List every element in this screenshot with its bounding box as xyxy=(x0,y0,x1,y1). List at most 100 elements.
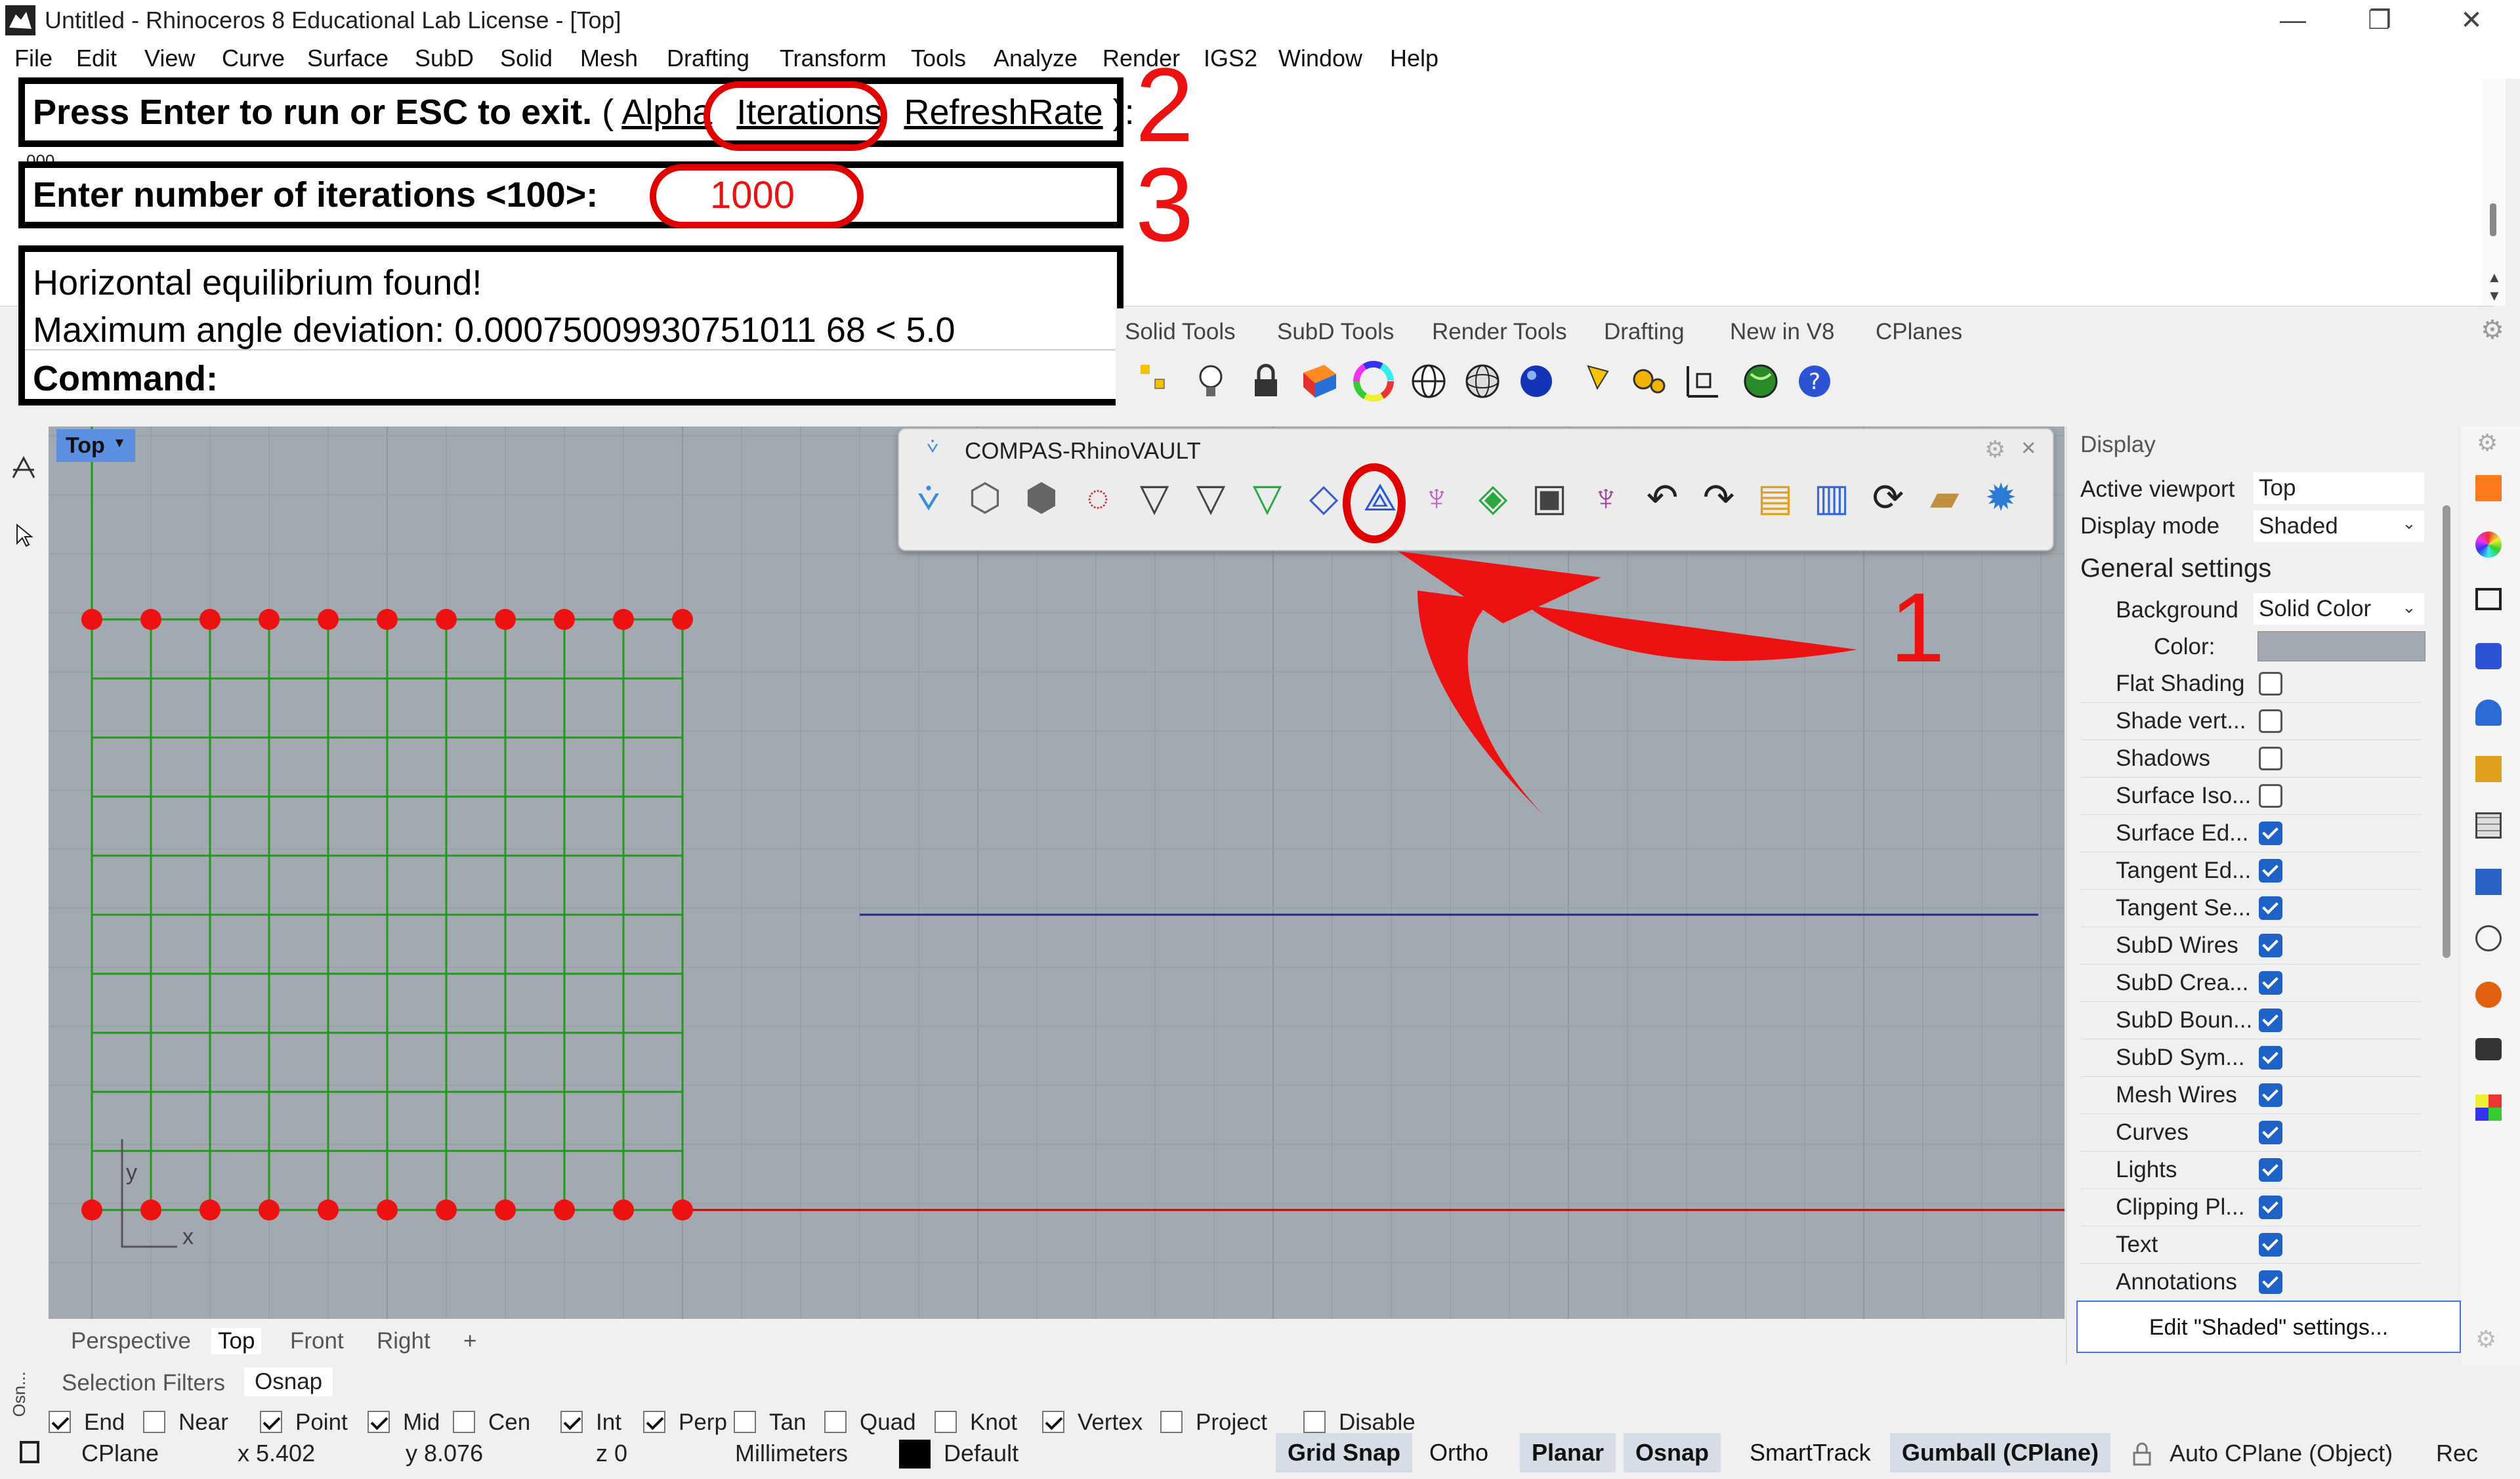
sun-panel-icon[interactable] xyxy=(2475,925,2502,951)
record-button[interactable]: Rec xyxy=(2436,1440,2478,1467)
anchor-vertex[interactable] xyxy=(436,1199,457,1220)
rv-box-icon[interactable]: ⬡ xyxy=(962,475,1008,521)
lightbulb-icon[interactable] xyxy=(1189,360,1232,403)
osnap-checkbox[interactable] xyxy=(368,1411,390,1433)
curve-tool-icon[interactable] xyxy=(9,453,38,482)
gumball-button[interactable]: Gumball (CPlane) xyxy=(1890,1433,2111,1472)
globe-grid-icon[interactable] xyxy=(1461,360,1504,403)
display-option-checkbox[interactable] xyxy=(2259,747,2282,770)
display-option-checkbox[interactable] xyxy=(2259,859,2282,883)
tab-cplanes[interactable]: CPlanes xyxy=(1876,319,1962,345)
green-globe-icon[interactable] xyxy=(1739,360,1782,403)
osnap-button[interactable]: Osnap xyxy=(1624,1433,1721,1472)
ortho-button[interactable]: Ortho xyxy=(1418,1433,1500,1472)
display-option-checkbox[interactable] xyxy=(2259,1121,2282,1144)
planar-button[interactable]: Planar xyxy=(1520,1433,1616,1472)
tab-solid-tools[interactable]: Solid Tools xyxy=(1125,319,1236,345)
anchor-vertex[interactable] xyxy=(554,609,575,630)
rv-export-icon[interactable]: ▥ xyxy=(1809,475,1855,521)
menu-mesh[interactable]: Mesh xyxy=(580,45,638,72)
menu-view[interactable]: View xyxy=(144,45,195,72)
anchor-vertex[interactable] xyxy=(613,609,634,630)
anchor-vertex[interactable] xyxy=(81,609,102,630)
command-scrollbar[interactable]: ▲ ▼ xyxy=(2482,79,2506,306)
menu-tools[interactable]: Tools xyxy=(911,45,966,72)
panels-gear-icon[interactable]: ⚙ xyxy=(2477,429,2498,457)
anchor-vertex[interactable] xyxy=(613,1199,634,1220)
menu-subd[interactable]: SubD xyxy=(415,45,474,72)
menu-curve[interactable]: Curve xyxy=(222,45,285,72)
grid-snap-button[interactable]: Grid Snap xyxy=(1276,1433,1413,1472)
palette-panel-icon[interactable] xyxy=(2475,1094,2502,1121)
material-icon[interactable] xyxy=(1298,360,1341,403)
display-option-checkbox[interactable] xyxy=(2259,784,2282,808)
rv-force-icon[interactable]: ▽ xyxy=(1244,475,1290,521)
maximize-button[interactable]: ❐ xyxy=(2360,4,2399,37)
osnap-checkbox[interactable] xyxy=(560,1411,583,1433)
anchor-vertex[interactable] xyxy=(495,609,516,630)
osnap-checkbox[interactable] xyxy=(143,1411,165,1433)
compas-settings-gear-icon[interactable]: ⚙ xyxy=(1984,436,2006,463)
filmstrip-panel-icon[interactable] xyxy=(2475,869,2502,895)
tab-selection-filters[interactable]: Selection Filters xyxy=(62,1370,225,1396)
display-option-checkbox[interactable] xyxy=(2259,1083,2282,1107)
viewport-tab-perspective[interactable]: Perspective xyxy=(71,1328,191,1354)
redo-icon[interactable]: ↷ xyxy=(1696,475,1742,521)
rv-form2-icon[interactable]: ▽ xyxy=(1188,475,1234,521)
pointer-icon[interactable] xyxy=(13,522,35,549)
display-option-checkbox[interactable] xyxy=(2259,672,2282,696)
display-option-checkbox[interactable] xyxy=(2259,822,2282,845)
display-option-checkbox[interactable] xyxy=(2259,971,2282,995)
rv-plugin-icon[interactable]: ✹ xyxy=(1978,475,2024,521)
camera-panel-icon[interactable] xyxy=(2475,1038,2502,1060)
tab-render-tools[interactable]: Render Tools xyxy=(1432,319,1567,345)
anchor-vertex[interactable] xyxy=(318,1199,339,1220)
anchor-vertex[interactable] xyxy=(140,609,161,630)
viewport-canvas[interactable] xyxy=(49,427,2065,1319)
osnap-checkbox[interactable] xyxy=(1303,1411,1326,1433)
toolbar-settings-gear-icon[interactable]: ⚙ xyxy=(2481,315,2504,345)
materials-panel-icon[interactable] xyxy=(2475,531,2502,558)
status-layer[interactable]: Default xyxy=(944,1440,1018,1467)
rv-mesh-icon[interactable]: ◇ xyxy=(1301,475,1347,521)
auto-cplane-button[interactable]: Auto CPlane (Object) xyxy=(2170,1440,2393,1467)
anchor-vertex[interactable] xyxy=(377,1199,398,1220)
rv-save-icon[interactable]: ▤ xyxy=(1752,475,1798,521)
rv-init-icon[interactable]: ⩒ xyxy=(906,475,952,521)
spotlight-icon[interactable] xyxy=(1582,360,1625,403)
rv-refresh-icon[interactable]: ⟳ xyxy=(1865,475,1911,521)
anchor-vertex[interactable] xyxy=(200,609,220,630)
display-option-checkbox[interactable] xyxy=(2259,934,2282,957)
background-color-swatch[interactable] xyxy=(2258,631,2426,661)
anchor-vertex[interactable] xyxy=(377,609,398,630)
lock-status-icon[interactable] xyxy=(2132,1441,2152,1467)
display-option-checkbox[interactable] xyxy=(2259,1270,2282,1294)
edit-shaded-settings-button[interactable]: Edit "Shaded" settings... xyxy=(2076,1301,2461,1353)
notifications-panel-icon[interactable] xyxy=(2475,699,2502,726)
anchor-vertex[interactable] xyxy=(259,609,280,630)
gears-icon[interactable] xyxy=(1628,360,1671,403)
osnap-checkbox[interactable] xyxy=(1042,1411,1064,1433)
close-button[interactable]: ✕ xyxy=(2452,4,2491,37)
rv-sphere-icon[interactable]: ◌ xyxy=(1075,475,1121,521)
menu-analyze[interactable]: Analyze xyxy=(994,45,1078,72)
active-viewport-value[interactable]: Top xyxy=(2254,472,2424,504)
help-panel-icon[interactable] xyxy=(2475,643,2502,669)
display-option-checkbox[interactable] xyxy=(2259,709,2282,733)
menu-igs2[interactable]: IGS2 xyxy=(1204,45,1257,72)
anchor-vertex[interactable] xyxy=(554,1199,575,1220)
menu-file[interactable]: File xyxy=(14,45,52,72)
select-points-icon[interactable] xyxy=(1135,360,1179,403)
tab-new-in-v8[interactable]: New in V8 xyxy=(1730,319,1835,345)
viewport-tab-top[interactable]: Top xyxy=(211,1328,262,1354)
minimize-button[interactable]: — xyxy=(2273,4,2313,37)
iterations-input[interactable]: 1000 xyxy=(710,173,795,217)
display-mode-select[interactable]: Shaded xyxy=(2254,510,2424,542)
anchor-vertex[interactable] xyxy=(672,1199,693,1220)
scroll-thumb[interactable] xyxy=(2490,203,2496,236)
undo-icon[interactable]: ↶ xyxy=(1639,475,1685,521)
anchor-vertex[interactable] xyxy=(672,609,693,630)
display-option-checkbox[interactable] xyxy=(2259,1158,2282,1182)
viewport-tab-right[interactable]: Right xyxy=(377,1328,430,1354)
display-mode-chevron-icon[interactable]: ⌄ xyxy=(2402,513,2416,533)
